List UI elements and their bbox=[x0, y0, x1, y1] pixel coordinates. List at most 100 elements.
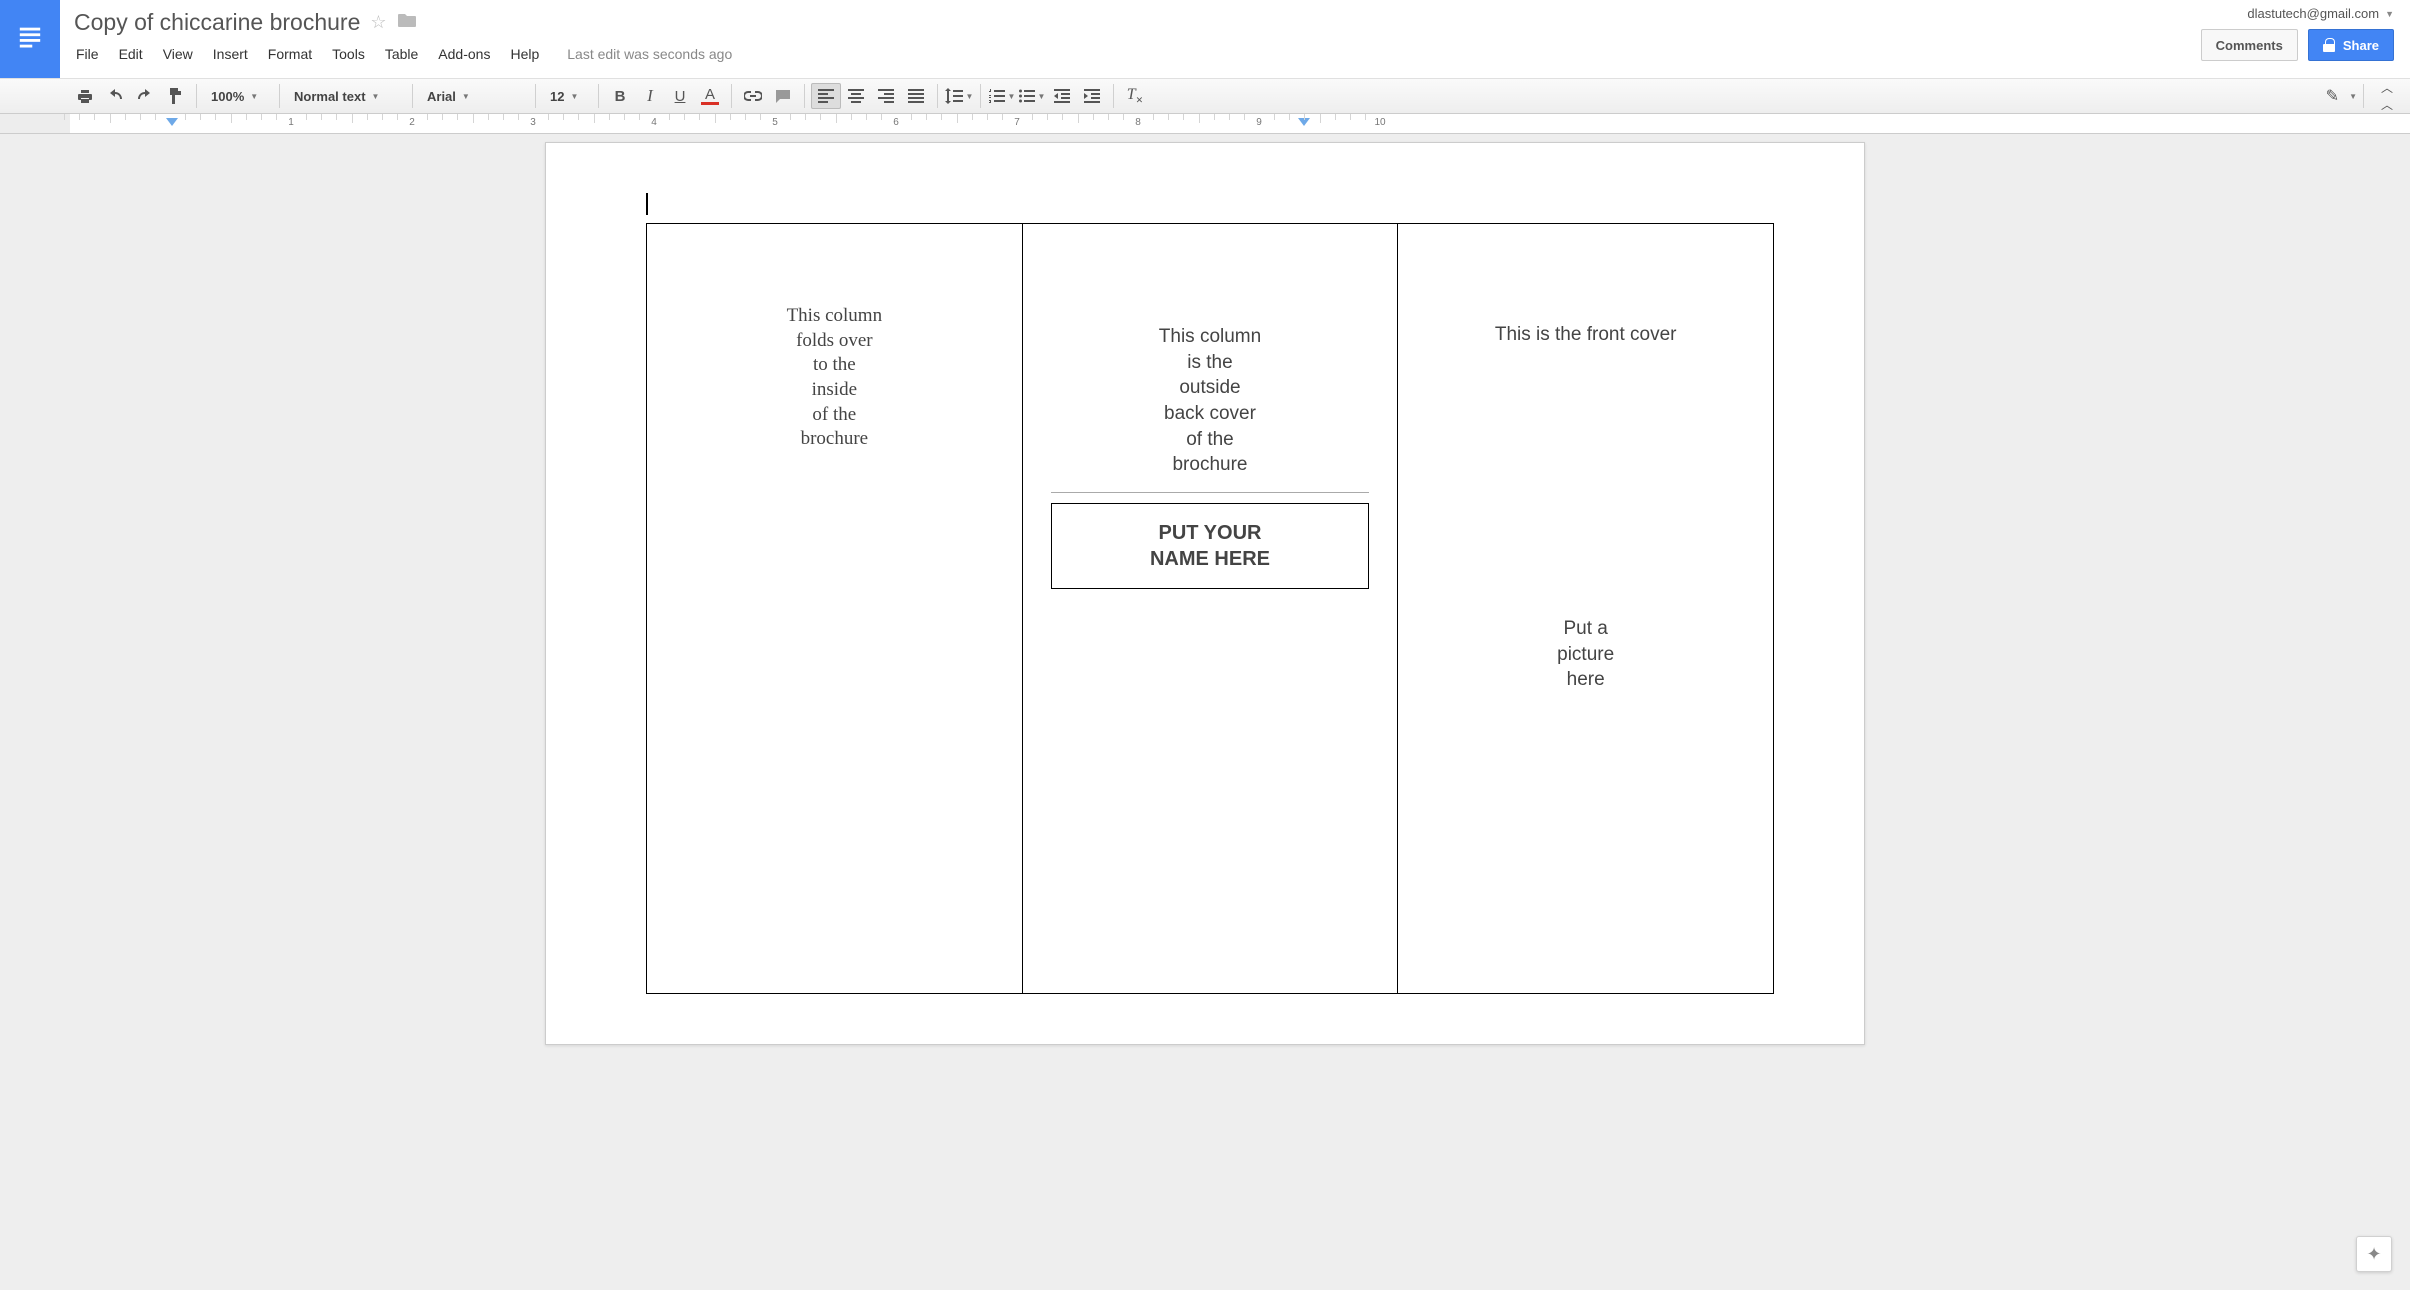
document-area[interactable]: This column folds over to the inside of … bbox=[0, 134, 2410, 1290]
explore-button[interactable]: ✦ bbox=[2356, 1236, 2392, 1272]
menu-help[interactable]: Help bbox=[510, 46, 539, 62]
separator bbox=[804, 84, 805, 108]
separator bbox=[980, 84, 981, 108]
align-center-button[interactable] bbox=[841, 83, 871, 109]
ruler-tick bbox=[352, 114, 353, 123]
paint-format-button[interactable] bbox=[160, 83, 190, 109]
zoom-value: 100% bbox=[211, 89, 244, 104]
document-page[interactable]: This column folds over to the inside of … bbox=[545, 142, 1865, 1045]
ruler-tick bbox=[473, 114, 474, 123]
collapse-toolbar-button[interactable]: ︿︿ bbox=[2370, 83, 2400, 109]
decrease-indent-button[interactable] bbox=[1047, 83, 1077, 109]
menu-table[interactable]: Table bbox=[385, 46, 418, 62]
align-justify-button[interactable] bbox=[901, 83, 931, 109]
ruler-number: 5 bbox=[772, 117, 778, 128]
ruler-tick bbox=[1168, 114, 1169, 120]
font-select[interactable]: Arial ▼ bbox=[419, 83, 529, 109]
zoom-select[interactable]: 100% ▼ bbox=[203, 83, 273, 109]
ruler-tick bbox=[336, 114, 337, 120]
star-icon[interactable]: ☆ bbox=[370, 12, 386, 33]
ruler-tick bbox=[1229, 114, 1230, 120]
comments-button[interactable]: Comments bbox=[2201, 29, 2298, 61]
front-cover-title[interactable]: This is the front cover bbox=[1418, 324, 1753, 346]
ruler-tick bbox=[397, 114, 398, 120]
ruler-number: 8 bbox=[1135, 117, 1141, 128]
horizontal-ruler[interactable]: 12345678910 bbox=[0, 114, 2410, 134]
docs-app-icon[interactable] bbox=[0, 0, 60, 78]
account-menu[interactable]: dlastutech@gmail.com ▼ bbox=[2247, 6, 2394, 21]
separator bbox=[196, 84, 197, 108]
brochure-column-3[interactable]: This is the front cover Put a picture he… bbox=[1398, 224, 1774, 994]
undo-button[interactable] bbox=[100, 83, 130, 109]
ruler-tick bbox=[110, 114, 111, 123]
document-title[interactable]: Copy of chiccarine brochure bbox=[74, 9, 360, 36]
ruler-tick bbox=[261, 114, 262, 120]
insert-comment-button[interactable] bbox=[768, 83, 798, 109]
menu-tools[interactable]: Tools bbox=[332, 46, 365, 62]
ruler-tick bbox=[1002, 114, 1003, 120]
print-button[interactable] bbox=[70, 83, 100, 109]
font-size-select[interactable]: 12 ▼ bbox=[542, 83, 592, 109]
last-edit-status: Last edit was seconds ago bbox=[567, 46, 732, 62]
ruler-tick bbox=[881, 114, 882, 120]
ruler-tick bbox=[1274, 114, 1275, 120]
menu-format[interactable]: Format bbox=[268, 46, 312, 62]
name-line: PUT YOUR bbox=[1052, 520, 1369, 546]
col1-line: inside bbox=[667, 378, 1002, 403]
ruler-tick bbox=[231, 114, 232, 123]
ruler-tick bbox=[200, 114, 201, 120]
name-placeholder-box[interactable]: PUT YOUR NAME HERE bbox=[1051, 503, 1370, 589]
pic-line: here bbox=[1418, 667, 1753, 693]
brochure-table[interactable]: This column folds over to the inside of … bbox=[646, 223, 1774, 994]
picture-placeholder-text[interactable]: Put a picture here bbox=[1418, 616, 1753, 693]
ruler-tick bbox=[1199, 114, 1200, 123]
brochure-column-1[interactable]: This column folds over to the inside of … bbox=[647, 224, 1023, 994]
underline-button[interactable]: U bbox=[665, 83, 695, 109]
ruler-tick bbox=[457, 114, 458, 120]
ruler-tick bbox=[1183, 114, 1184, 120]
share-button[interactable]: Share bbox=[2308, 29, 2394, 61]
align-left-button[interactable] bbox=[811, 83, 841, 109]
table-row: This column folds over to the inside of … bbox=[647, 224, 1774, 994]
redo-button[interactable] bbox=[130, 83, 160, 109]
header-main: Copy of chiccarine brochure ☆ File Edit … bbox=[60, 0, 2201, 70]
numbered-list-button[interactable]: ▼ bbox=[987, 83, 1017, 109]
line-spacing-button[interactable]: ▼ bbox=[944, 83, 974, 109]
clear-formatting-button[interactable]: T✕ bbox=[1120, 83, 1150, 109]
ruler-tick bbox=[1214, 114, 1215, 120]
menu-addons[interactable]: Add-ons bbox=[438, 46, 490, 62]
ruler-number: 6 bbox=[893, 117, 899, 128]
align-right-button[interactable] bbox=[871, 83, 901, 109]
ruler-number: 2 bbox=[409, 117, 415, 128]
brochure-column-2[interactable]: This column is the outside back cover of… bbox=[1022, 224, 1398, 994]
col1-text-block[interactable]: This column folds over to the inside of … bbox=[667, 304, 1002, 452]
align-right-icon bbox=[878, 89, 894, 103]
align-justify-icon bbox=[908, 89, 924, 103]
increase-indent-button[interactable] bbox=[1077, 83, 1107, 109]
insert-link-button[interactable] bbox=[738, 83, 768, 109]
text-color-button[interactable]: A bbox=[695, 83, 725, 109]
menu-view[interactable]: View bbox=[163, 46, 193, 62]
ruler-tick bbox=[64, 114, 65, 120]
bold-button[interactable]: B bbox=[605, 83, 635, 109]
menu-insert[interactable]: Insert bbox=[213, 46, 248, 62]
italic-button[interactable]: I bbox=[635, 83, 665, 109]
text-color-bar bbox=[701, 102, 719, 105]
paragraph-style-select[interactable]: Normal text ▼ bbox=[286, 83, 406, 109]
ruler-tick bbox=[594, 114, 595, 123]
separator bbox=[731, 84, 732, 108]
bulleted-list-button[interactable]: ▼ bbox=[1017, 83, 1047, 109]
caret-down-icon: ▼ bbox=[966, 92, 974, 101]
col2-line: outside bbox=[1043, 375, 1378, 401]
col1-line: folds over bbox=[667, 329, 1002, 354]
menu-file[interactable]: File bbox=[76, 46, 99, 62]
editing-mode-button[interactable]: ✎ ▼ bbox=[2326, 83, 2357, 109]
left-indent-marker[interactable] bbox=[166, 118, 178, 126]
move-to-folder-icon[interactable] bbox=[397, 12, 417, 33]
ruler-tick bbox=[624, 114, 625, 120]
title-row: Copy of chiccarine brochure ☆ bbox=[74, 0, 2201, 38]
separator bbox=[937, 84, 938, 108]
col2-text-block[interactable]: This column is the outside back cover of… bbox=[1043, 324, 1378, 478]
ruler-tick bbox=[382, 114, 383, 120]
menu-edit[interactable]: Edit bbox=[119, 46, 143, 62]
